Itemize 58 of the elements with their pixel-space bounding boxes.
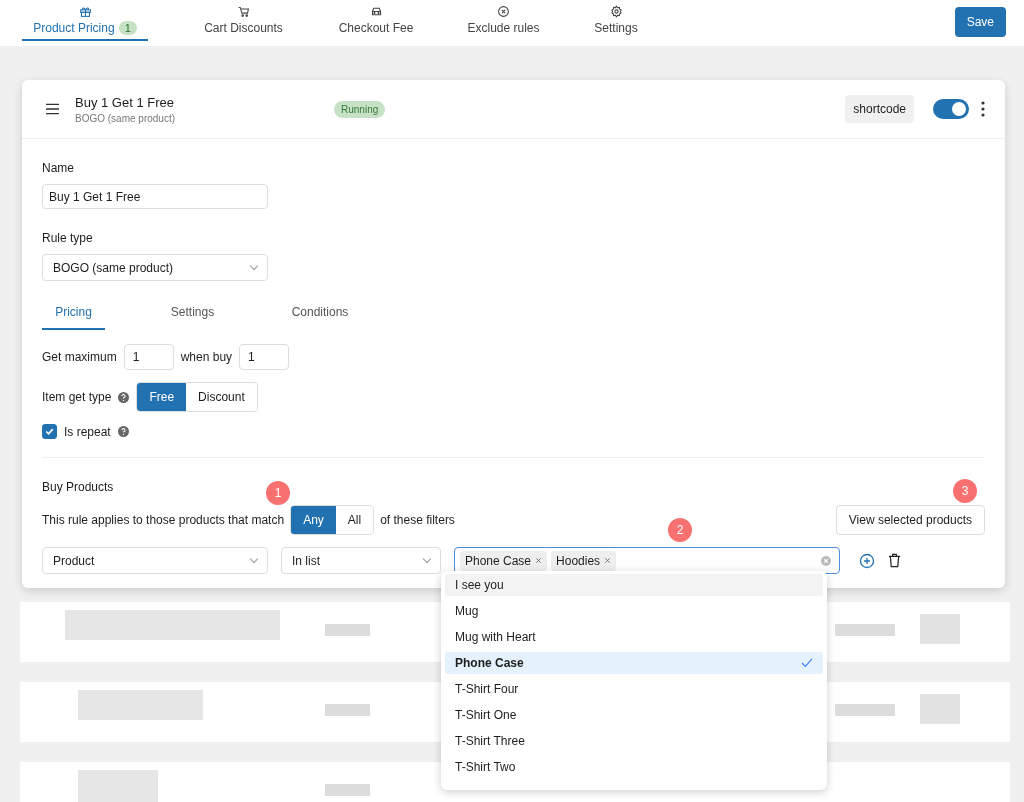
- product-tag[interactable]: Phone Case: [460, 550, 548, 571]
- number-field[interactable]: 1: [123, 344, 174, 370]
- checkbox-label: Is repeat: [64, 424, 111, 439]
- delete-icon[interactable]: [888, 553, 901, 568]
- rule-title: Buy 1 Get 1 Free: [75, 94, 175, 110]
- nav-tab[interactable]: Product Pricing 1: [22, 0, 148, 41]
- save-button[interactable]: Save: [954, 7, 1006, 37]
- section-tab[interactable]: Pricing: [42, 299, 105, 330]
- menu-icon[interactable]: [46, 103, 59, 115]
- rule-type-select[interactable]: BOGO (same product): [42, 254, 268, 281]
- help-icon[interactable]: [117, 426, 129, 437]
- more-icon[interactable]: [981, 101, 985, 117]
- number-field[interactable]: 1: [239, 344, 290, 370]
- segment-button[interactable]: Any: [291, 506, 336, 534]
- nav-tab[interactable]: Checkout Fee: [311, 0, 441, 41]
- filter-field-select[interactable]: Product: [42, 547, 268, 574]
- help-icon[interactable]: [118, 391, 130, 403]
- dropdown-option[interactable]: T-Shirt One: [445, 704, 823, 726]
- dropdown-option[interactable]: T-Shirt Three: [445, 730, 823, 752]
- nav-tab[interactable]: Settings: [566, 0, 666, 41]
- remove-icon[interactable]: [535, 557, 543, 564]
- field-label: Get maximum: [42, 350, 117, 364]
- name-field[interactable]: Buy 1 Get 1 Free: [42, 184, 268, 209]
- operator-select[interactable]: In list: [281, 547, 441, 574]
- section-title: Buy Products: [42, 480, 114, 494]
- status-badge: Running: [334, 100, 386, 118]
- rule-subtitle: BOGO (same product): [75, 112, 177, 124]
- dropdown-option[interactable]: Phone Case: [445, 652, 823, 674]
- count-badge: 1: [118, 21, 137, 35]
- section-tab[interactable]: Conditions: [280, 299, 360, 330]
- match-text: of these filters: [380, 513, 455, 527]
- checkbox[interactable]: [42, 424, 57, 439]
- dropdown-option[interactable]: Mug: [445, 600, 823, 622]
- dropdown-option[interactable]: I see you: [445, 574, 823, 596]
- field-label: Name: [42, 161, 74, 175]
- cart-icon: [237, 5, 250, 18]
- car-icon: [369, 5, 383, 18]
- dropdown-option[interactable]: Mug with Heart: [445, 626, 823, 648]
- shortcode-button[interactable]: shortcode: [845, 95, 914, 123]
- view-products-button[interactable]: View selected products: [835, 505, 985, 535]
- segment-button[interactable]: Free: [137, 383, 187, 411]
- match-text: This rule applies to those products that match: [42, 513, 285, 527]
- nav-tab[interactable]: Exclude rules: [441, 0, 566, 41]
- gift-icon: [78, 5, 92, 18]
- toggle-switch[interactable]: [933, 99, 969, 119]
- settings-icon: [609, 5, 623, 18]
- field-label: Rule type: [42, 231, 93, 245]
- remove-icon[interactable]: [604, 557, 612, 564]
- add-icon[interactable]: [859, 552, 875, 569]
- dropdown-option[interactable]: T-Shirt Two: [445, 756, 823, 778]
- product-tag[interactable]: Hoodies: [551, 550, 617, 571]
- dropdown-option[interactable]: T-Shirt Four: [445, 678, 823, 700]
- check-icon: [801, 658, 813, 668]
- nav-tab[interactable]: Cart Discounts: [176, 0, 311, 41]
- field-label: when buy: [180, 350, 233, 364]
- section-tab[interactable]: Settings: [105, 299, 280, 330]
- field-label: Item get type: [42, 390, 112, 404]
- x-circle-icon: [497, 5, 510, 18]
